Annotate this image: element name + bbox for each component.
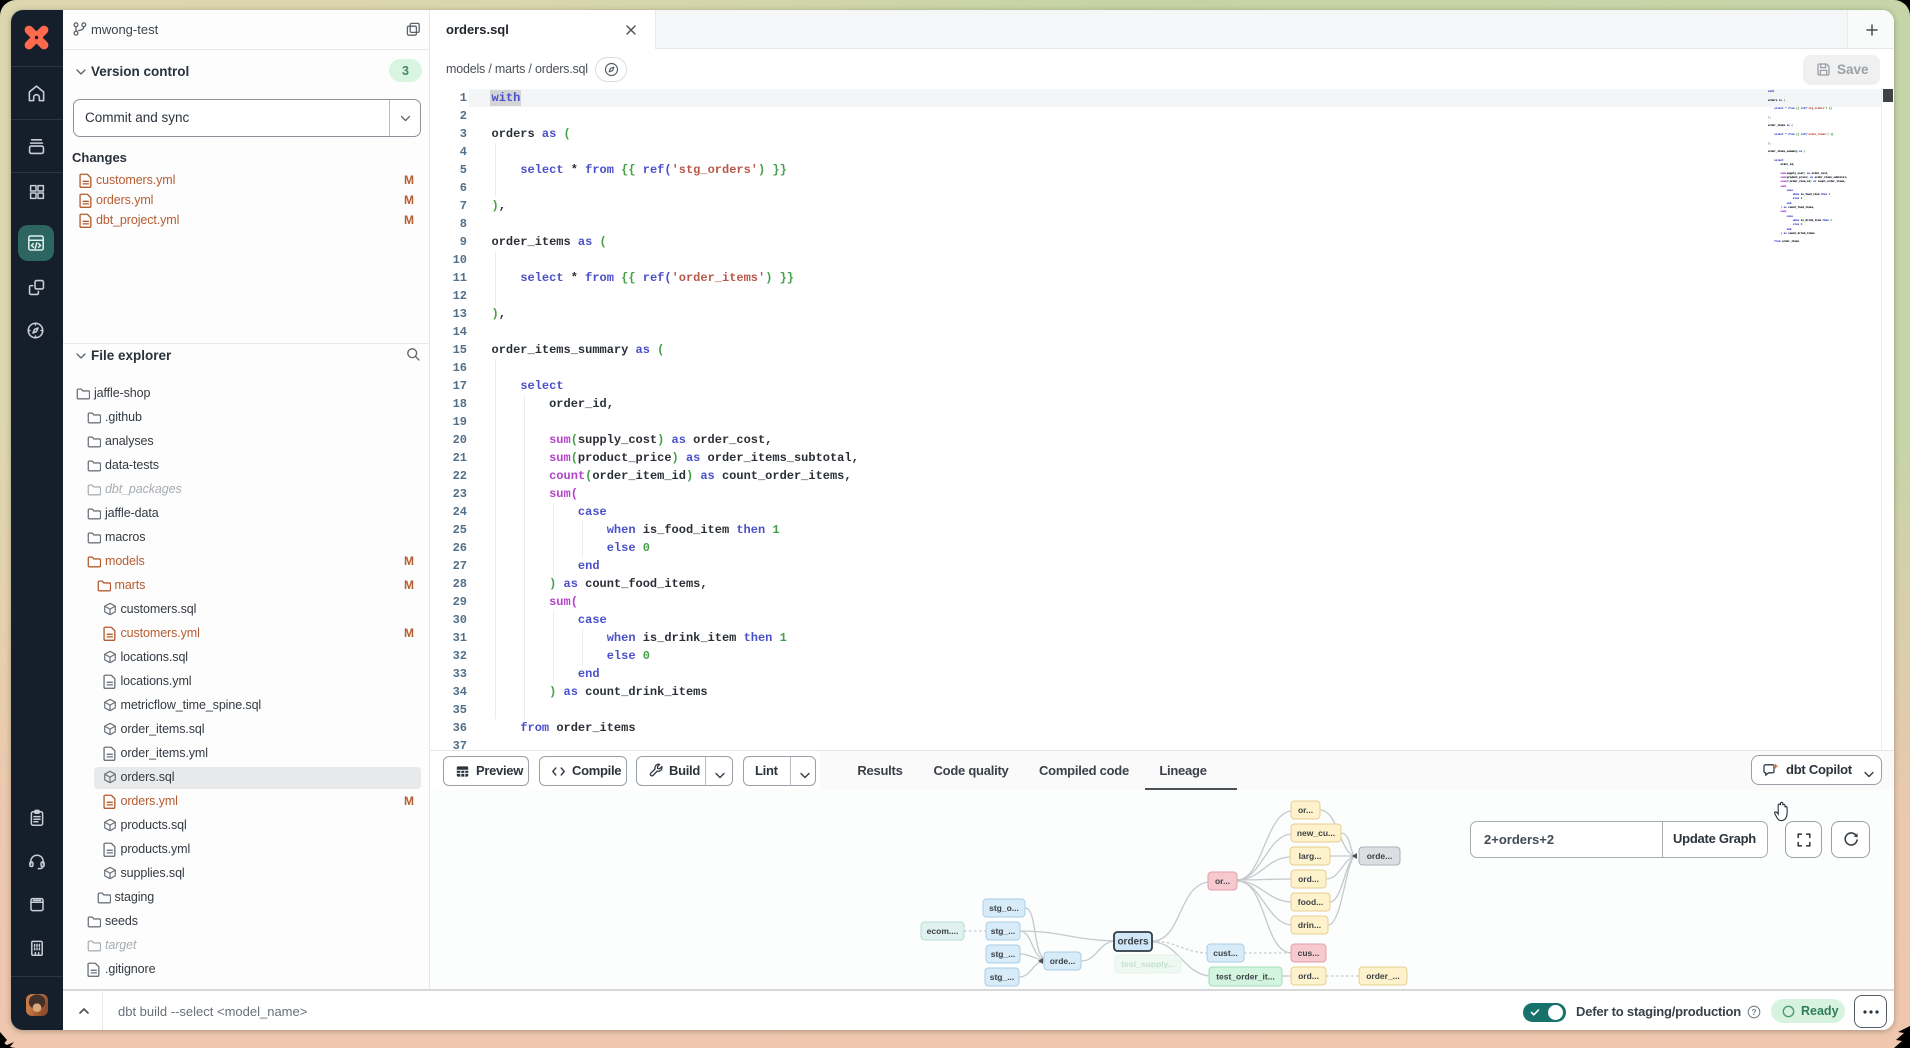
svg-text:ecom....: ecom.... [927, 926, 959, 936]
svg-text:stg_...: stg_... [991, 926, 1016, 936]
svg-text:orde...: orde... [1050, 956, 1076, 966]
svg-text:larg...: larg... [1299, 851, 1322, 861]
svg-text:ord...: ord... [1298, 971, 1319, 981]
svg-text:new_cu...: new_cu... [1297, 828, 1335, 838]
svg-text:order_...: order_... [1366, 971, 1400, 981]
svg-text:or...: or... [1215, 876, 1230, 886]
svg-text:orders: orders [1117, 937, 1149, 948]
svg-text:stg_o...: stg_o... [989, 903, 1019, 913]
svg-text:cus...: cus... [1298, 948, 1320, 958]
svg-text:drin...: drin... [1298, 920, 1321, 930]
svg-text:food...: food... [1298, 897, 1324, 907]
svg-text:stg_...: stg_... [991, 949, 1016, 959]
svg-text:stg_...: stg_... [990, 972, 1015, 982]
svg-text:test_supply...: test_supply... [1121, 959, 1175, 969]
svg-text:ord...: ord... [1298, 874, 1319, 884]
svg-text:or...: or... [1298, 805, 1313, 815]
svg-text:orde...: orde... [1367, 851, 1393, 861]
svg-text:?: ? [1751, 1007, 1756, 1017]
svg-text:test_order_it...: test_order_it... [1216, 972, 1275, 982]
svg-text:cust...: cust... [1213, 948, 1238, 958]
